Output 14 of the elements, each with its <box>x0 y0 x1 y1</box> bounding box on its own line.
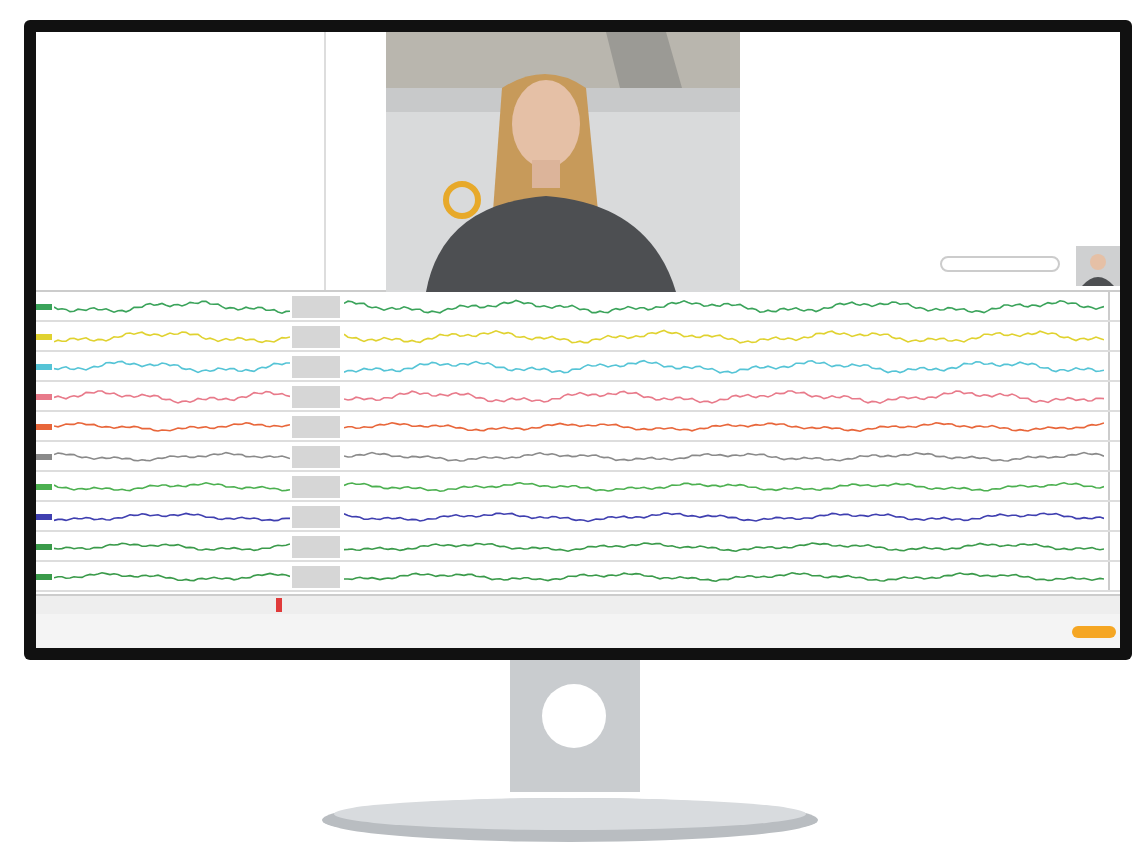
search-field[interactable] <box>940 256 1060 272</box>
channel-label-box[interactable] <box>292 505 340 527</box>
channel-label-box[interactable] <box>292 295 340 317</box>
channel-label-box[interactable] <box>292 475 340 497</box>
channel-label-box[interactable] <box>292 415 340 437</box>
channel-label-box[interactable] <box>292 565 340 587</box>
channel-label-box[interactable] <box>292 535 340 557</box>
channel-label-box[interactable] <box>292 355 340 377</box>
timeline-bar[interactable] <box>36 594 1120 614</box>
playhead-marker[interactable] <box>276 598 282 612</box>
channel-label-box[interactable] <box>292 445 340 467</box>
channel-label-box[interactable] <box>292 385 340 407</box>
channel-label-box[interactable] <box>292 325 340 347</box>
action-button[interactable] <box>1072 625 1116 637</box>
